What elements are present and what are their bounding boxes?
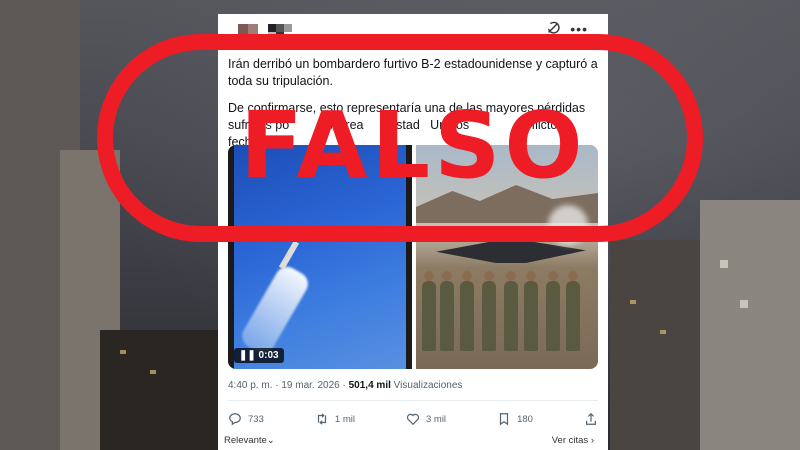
like-count: 3 mil: [425, 413, 447, 425]
pause-icon[interactable]: ❚❚: [239, 350, 256, 361]
reply-icon: [229, 413, 241, 426]
repost-icon: [317, 413, 327, 425]
share-button[interactable]: [584, 412, 598, 426]
divider: [228, 400, 598, 401]
tweet-footer: Relevante⌄ Ver citas ›: [224, 435, 594, 446]
bookmark-count: 180: [517, 413, 533, 425]
reply-button[interactable]: 733: [228, 412, 264, 426]
like-icon: [406, 413, 420, 426]
reply-count: 733: [248, 413, 264, 425]
see-quotes-link[interactable]: Ver citas ›: [552, 435, 594, 446]
action-bar: 733 1 mil 3 mil 180: [228, 412, 598, 426]
tweet-meta: 4:40 p. m. · 19 mar. 2026 · 501,4 mil Vi…: [228, 380, 462, 391]
bookmark-button[interactable]: 180: [497, 412, 533, 426]
like-button[interactable]: 3 mil: [406, 412, 446, 426]
chevron-down-icon: ⌄: [266, 435, 275, 446]
share-icon: [585, 412, 596, 425]
repost-button[interactable]: 1 mil: [315, 412, 355, 426]
timestamp[interactable]: 4:40 p. m. · 19 mar. 2026 ·: [228, 380, 349, 391]
bookmark-icon: [499, 413, 509, 426]
views-label: Visualizaciones: [393, 380, 463, 391]
falso-stamp-text: FALSO: [240, 92, 587, 199]
views-count: 501,4 mil: [348, 380, 391, 391]
chevron-right-icon: ›: [590, 435, 594, 446]
repost-count: 1 mil: [334, 413, 355, 425]
relevance-dropdown[interactable]: Relevante⌄: [224, 435, 275, 446]
video-duration-badge: ❚❚ 0:03: [234, 348, 284, 363]
